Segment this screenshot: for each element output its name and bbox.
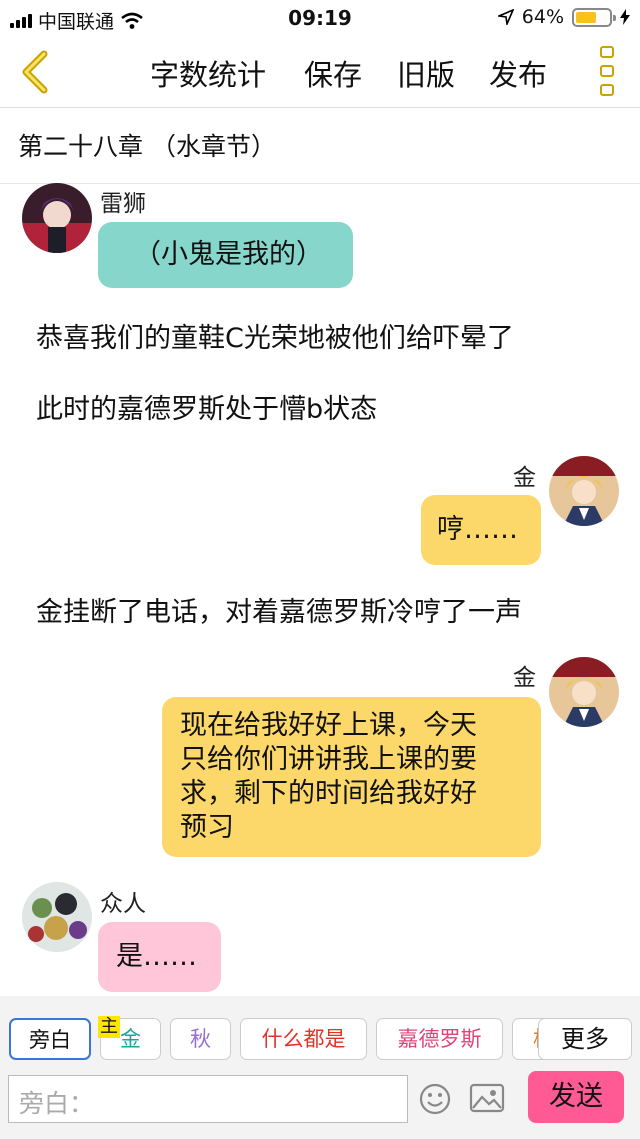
more-options-icon[interactable]	[600, 46, 618, 96]
role-chip-narrator[interactable]: 旁白	[9, 1018, 91, 1060]
role-chip-anything[interactable]: 什么都是	[240, 1018, 367, 1060]
editor-toolbar: 字数统计 保存 旧版 发布	[0, 36, 640, 108]
role-chip-qiu[interactable]: 秋	[170, 1018, 231, 1060]
message-bubble[interactable]: 是……	[98, 922, 221, 992]
narration-text[interactable]: 金挂断了电话，对着嘉德罗斯冷哼了一声	[36, 590, 522, 629]
old-version-button[interactable]: 旧版	[397, 52, 455, 94]
host-badge: 主	[98, 1016, 120, 1038]
status-right: 64%	[497, 6, 630, 28]
message-input[interactable]: 旁白：	[8, 1075, 408, 1123]
back-chevron-icon[interactable]	[14, 50, 54, 94]
message-line: 只给你们讲讲我上课的要	[180, 744, 477, 775]
word-count-button[interactable]: 字数统计	[150, 52, 266, 94]
message-bubble[interactable]: （小鬼是我的）	[98, 222, 353, 288]
publish-button[interactable]: 发布	[489, 52, 547, 94]
message-bubble[interactable]: 哼……	[421, 495, 541, 565]
location-arrow-icon	[497, 9, 514, 25]
role-chip-jiadeluosi[interactable]: 嘉德罗斯	[376, 1018, 503, 1060]
message-bubble[interactable]: 现在给我好好上课，今天 只给你们讲讲我上课的要 求，剩下的时间给我好好 预习	[162, 697, 541, 857]
avatar-jin[interactable]	[549, 456, 619, 526]
speaker-name: 雷狮	[100, 191, 146, 217]
chapter-title[interactable]: 第二十八章 （水章节）	[0, 109, 640, 184]
avatar-jin[interactable]	[549, 657, 619, 727]
input-bar: 旁白： 发送	[0, 1068, 640, 1139]
charging-bolt-icon	[620, 9, 630, 25]
emoji-icon[interactable]	[418, 1082, 452, 1116]
save-button[interactable]: 保存	[304, 52, 362, 94]
narration-text[interactable]: 此时的嘉德罗斯处于懵b状态	[36, 387, 377, 426]
battery-fill	[576, 11, 597, 23]
battery-icon	[572, 7, 616, 27]
status-bar: 中国联通 09:19 64%	[0, 0, 640, 36]
send-button[interactable]: 发送	[528, 1071, 624, 1123]
speaker-name: 金	[513, 665, 536, 691]
role-selector-bar: 旁白 金 主 秋 什么都是 嘉德罗斯 格 更多	[0, 996, 640, 1068]
avatar-crowd[interactable]	[22, 882, 92, 952]
message-line: 求，剩下的时间给我好好	[180, 778, 477, 809]
speaker-name: 金	[513, 465, 536, 491]
more-roles-button[interactable]: 更多	[538, 1018, 632, 1060]
battery-percent: 64%	[521, 6, 564, 28]
message-line: 预习	[180, 812, 234, 843]
message-line: 现在给我好好上课，今天	[180, 710, 477, 741]
speaker-name: 众人	[100, 891, 146, 917]
image-icon[interactable]	[469, 1082, 505, 1114]
narration-text[interactable]: 恭喜我们的童鞋C光荣地被他们给吓晕了	[36, 316, 514, 355]
avatar-leishi[interactable]	[22, 183, 92, 253]
